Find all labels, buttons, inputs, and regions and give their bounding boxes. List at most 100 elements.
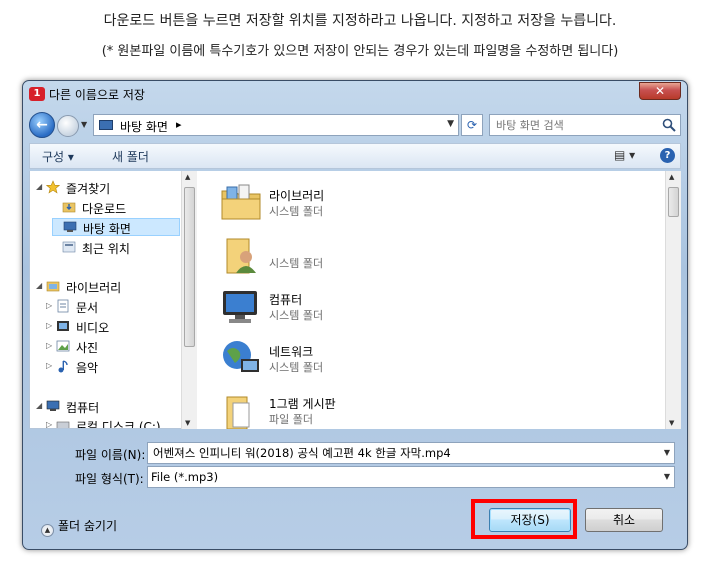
file-item-network[interactable]: 네트워크 시스템 폴더 [203,333,503,383]
chevron-down-icon[interactable]: ▼ [664,472,670,481]
tree-item-label: 바탕 화면 [83,222,131,236]
file-item-user[interactable]: 시스템 폴더 [203,229,503,279]
history-dropdown-icon[interactable]: ▼ [81,120,87,129]
file-name: 컴퓨터 [269,293,303,307]
tree-item-label: 다운로드 [82,202,127,216]
chevron-down-icon[interactable]: ▼ [664,448,670,457]
tree-item-label: 라이브러리 [66,281,122,295]
organize-button[interactable]: 구성 ▾ [42,148,74,165]
title-bar: 1 다른 이름으로 저장 ✕ [23,81,687,107]
search-icon[interactable] [662,118,676,132]
tree-item-label: 문서 [76,301,99,315]
star-icon [46,180,60,194]
help-icon[interactable]: ? [660,148,675,163]
navigation-pane: ◢ 즐겨찾기 다운로드 바탕 화면 최근 위치 ◢ 라이브러리 ▷ 문서 ▷ 비… [29,171,181,429]
video-icon [57,321,69,331]
file-type: 시스템 폴더 [269,309,324,322]
hide-folders-button[interactable]: ▲ 폴더 숨기기 [41,517,117,537]
file-list: 라이브러리 시스템 폴더 시스템 폴더 컴퓨터 시스템 폴더 네트워크 시스템 … [197,171,665,429]
expand-arrow-icon[interactable]: ▷ [46,301,52,310]
scroll-up-icon[interactable]: ▲ [185,173,190,181]
file-type: 시스템 폴더 [269,361,324,374]
tree-item-label: 로컬 디스크 (C:) [76,420,161,429]
chevron-up-icon: ▲ [41,524,54,537]
expand-arrow-icon[interactable]: ▷ [46,341,52,350]
instruction-line-2: (* 원본파일 이름에 특수기호가 있으면 저장이 안되는 경우가 있는데 파일… [101,44,619,59]
expand-arrow-icon[interactable]: ◢ [36,281,42,290]
music-icon [58,360,68,373]
tree-item-desktop[interactable]: 바탕 화면 [52,218,180,236]
tree-item-videos[interactable]: ▷ 비디오 [46,318,176,336]
file-item-folder[interactable]: 1그램 게시판 파일 폴더 [203,385,503,429]
scroll-thumb[interactable] [668,187,679,217]
save-highlight-box [471,499,577,539]
tree-item-local-disk[interactable]: ▷ 로컬 디스크 (C:) [46,417,181,429]
filename-input[interactable] [151,445,651,461]
tree-item-label: 사진 [76,341,99,355]
desktop-icon [99,120,113,130]
file-list-scrollbar[interactable]: ▲ ▼ [665,171,681,429]
tree-item-pictures[interactable]: ▷ 사진 [46,338,176,356]
user-folder-icon [226,238,256,274]
navigation-bar: ← ▼ 바탕 화면 ▸ ▼ ⟳ [29,111,681,139]
cancel-button[interactable]: 취소 [585,508,663,532]
tree-item-recent-places[interactable]: 최근 위치 [52,239,176,257]
picture-icon [56,340,70,352]
scroll-down-icon[interactable]: ▼ [185,419,190,427]
tree-item-label: 컴퓨터 [66,401,100,415]
tree-item-label: 즐겨찾기 [66,182,111,196]
file-type: 파일 폴더 [269,413,313,426]
library-icon [46,281,60,292]
tree-item-libraries[interactable]: ◢ 라이브러리 [36,278,176,296]
folder-icon [226,396,250,429]
address-path[interactable]: 바탕 화면 [120,118,168,135]
search-input[interactable] [494,117,654,133]
expand-arrow-icon[interactable]: ◢ [36,401,42,410]
expand-arrow-icon[interactable]: ▷ [46,361,52,370]
scroll-down-icon[interactable]: ▼ [669,419,674,427]
file-type: 시스템 폴더 [269,257,324,270]
address-dropdown-icon[interactable]: ▼ [447,119,454,129]
change-view-button[interactable]: ▤ ▾ [614,148,635,162]
file-name: 네트워크 [269,345,314,359]
search-box[interactable] [489,114,681,136]
tree-item-downloads[interactable]: 다운로드 [52,199,176,217]
expand-arrow-icon[interactable]: ◢ [36,182,42,191]
file-name: 1그램 게시판 [269,397,336,411]
close-button[interactable]: ✕ [639,82,681,100]
download-folder-icon [62,202,76,213]
library-folder-icon [221,184,261,220]
instruction-line-1: 다운로드 버튼을 누르면 저장할 위치를 지정하라고 나옵니다. 지정하고 저장… [103,13,617,29]
tree-item-documents[interactable]: ▷ 문서 [46,298,176,316]
breadcrumb-chevron-icon[interactable]: ▸ [176,118,182,131]
filetype-label: 파일 형식(T): [75,472,144,486]
filetype-select[interactable]: File (*.mp3) ▼ [147,466,675,488]
app-icon: 1 [29,87,45,101]
back-arrow-icon: ← [36,117,48,133]
desktop-icon [63,221,77,232]
filename-label: 파일 이름(N): [75,448,146,462]
refresh-button[interactable]: ⟳ [461,114,483,136]
hide-folders-label: 폴더 숨기기 [58,519,118,533]
expand-arrow-icon[interactable]: ▷ [46,420,52,428]
window-title: 다른 이름으로 저장 [49,88,145,102]
filename-combobox[interactable]: ▼ [147,442,675,464]
forward-button[interactable] [57,115,79,137]
tree-item-music[interactable]: ▷ 음악 [46,358,176,376]
navigation-scrollbar[interactable]: ▲ ▼ [181,171,197,429]
document-icon [57,299,69,313]
tree-item-label: 음악 [76,361,99,375]
scroll-thumb[interactable] [184,187,195,347]
tree-item-label: 최근 위치 [82,242,130,256]
refresh-icon: ⟳ [466,118,478,132]
filetype-value[interactable]: File (*.mp3) [151,470,218,484]
scroll-up-icon[interactable]: ▲ [669,173,674,181]
tree-item-favorites[interactable]: ◢ 즐겨찾기 [36,179,176,197]
file-item-libraries[interactable]: 라이브러리 시스템 폴더 [203,177,503,227]
address-bar[interactable]: 바탕 화면 ▸ ▼ [93,114,459,136]
back-button[interactable]: ← [29,112,55,138]
file-item-computer[interactable]: 컴퓨터 시스템 폴더 [203,281,503,331]
tree-item-computer[interactable]: ◢ 컴퓨터 [36,398,176,416]
new-folder-button[interactable]: 새 폴더 [112,148,149,165]
expand-arrow-icon[interactable]: ▷ [46,321,52,330]
